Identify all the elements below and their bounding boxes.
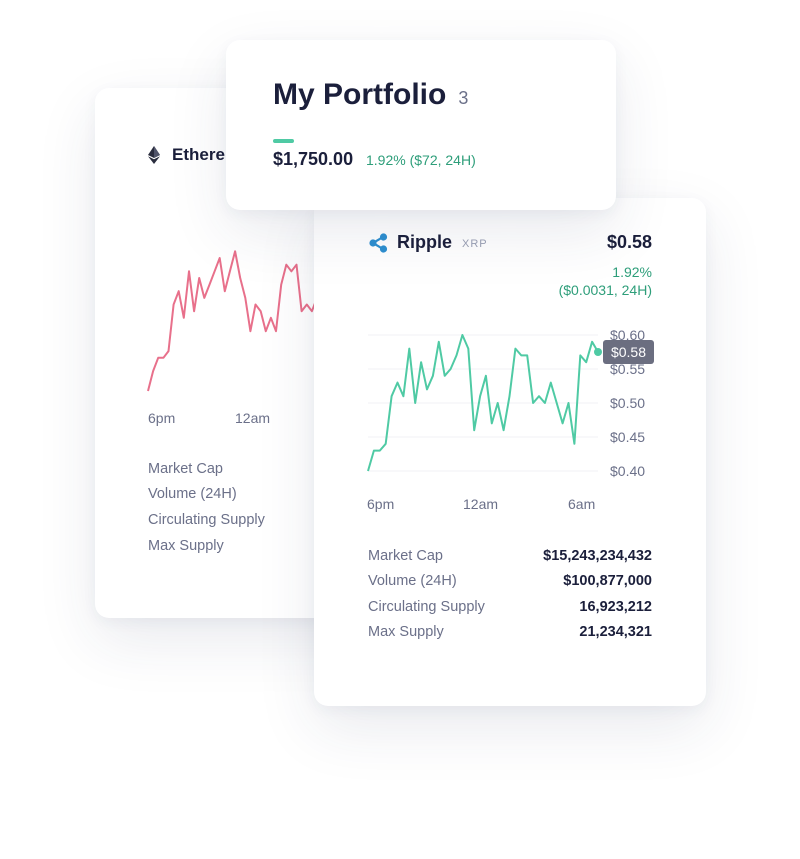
ripple-header: Ripple XRP xyxy=(369,232,488,253)
xrp-y-label: $0.50 xyxy=(610,395,645,411)
xrp-y-label: $0.40 xyxy=(610,463,645,479)
ripple-price: $0.58 xyxy=(606,232,652,252)
stat-label: Circulating Supply xyxy=(368,599,485,615)
portfolio-title-row: My Portfolio 3 xyxy=(273,78,468,112)
ethereum-header: Ethere xyxy=(148,145,225,165)
ripple-change-percent: 1.92% xyxy=(612,264,652,280)
portfolio-count: 3 xyxy=(458,88,469,108)
portfolio-card[interactable]: My Portfolio 3 $1,750.00 1.92% ($72, 24H… xyxy=(226,40,616,210)
eth-x-label: 6pm xyxy=(148,410,176,426)
stat-value: $15,243,234,432 xyxy=(543,548,652,564)
eth-x-label: 12am xyxy=(235,410,271,426)
xrp-x-label: 12am xyxy=(463,496,499,512)
xrp-market-cap-row: Market Cap $15,243,234,432 xyxy=(368,548,652,564)
ethereum-name: Ethere xyxy=(172,145,225,164)
accent-bar xyxy=(273,139,294,143)
ripple-name: Ripple xyxy=(397,232,453,252)
eth-market-cap-label: Market Cap xyxy=(148,461,223,477)
ripple-change-amount: ($0.0031, 24H) xyxy=(558,282,652,298)
eth-volume-label: Volume (24H) xyxy=(148,486,237,502)
xrp-y-label: $0.45 xyxy=(610,429,645,445)
xrp-x-label: 6pm xyxy=(367,496,395,512)
ripple-card[interactable]: $0.60 $0.55 $0.50 $0.45 $0.40 $0.58 Ripple XR… xyxy=(314,198,706,706)
stat-label: Volume (24H) xyxy=(368,573,457,589)
stat-value: $100,877,000 xyxy=(563,573,652,589)
ethereum-icon xyxy=(148,146,160,164)
portfolio-change: 1.92% ($72, 24H) xyxy=(366,152,476,168)
xrp-circulating-supply-row: Circulating Supply 16,923,212 xyxy=(368,599,652,615)
ripple-ticker: XRP xyxy=(462,237,488,250)
portfolio-value: $1,750.00 xyxy=(273,149,354,169)
current-price-tag-label: $0.58 xyxy=(611,344,646,360)
stat-value: 21,234,321 xyxy=(579,624,652,640)
ripple-icon xyxy=(369,232,389,253)
eth-price-line xyxy=(147,250,318,392)
current-price-dot xyxy=(594,348,602,356)
stat-label: Market Cap xyxy=(368,548,443,564)
xrp-max-supply-row: Max Supply 21,234,321 xyxy=(368,624,652,640)
xrp-volume-row: Volume (24H) $100,877,000 xyxy=(368,573,652,589)
stat-label: Max Supply xyxy=(368,624,444,640)
eth-circulating-supply-label: Circulating Supply xyxy=(148,512,265,528)
eth-max-supply-label: Max Supply xyxy=(148,538,224,554)
xrp-x-label: 6am xyxy=(568,496,596,512)
portfolio-title: My Portfolio xyxy=(273,78,447,111)
stat-value: 16,923,212 xyxy=(579,599,652,615)
